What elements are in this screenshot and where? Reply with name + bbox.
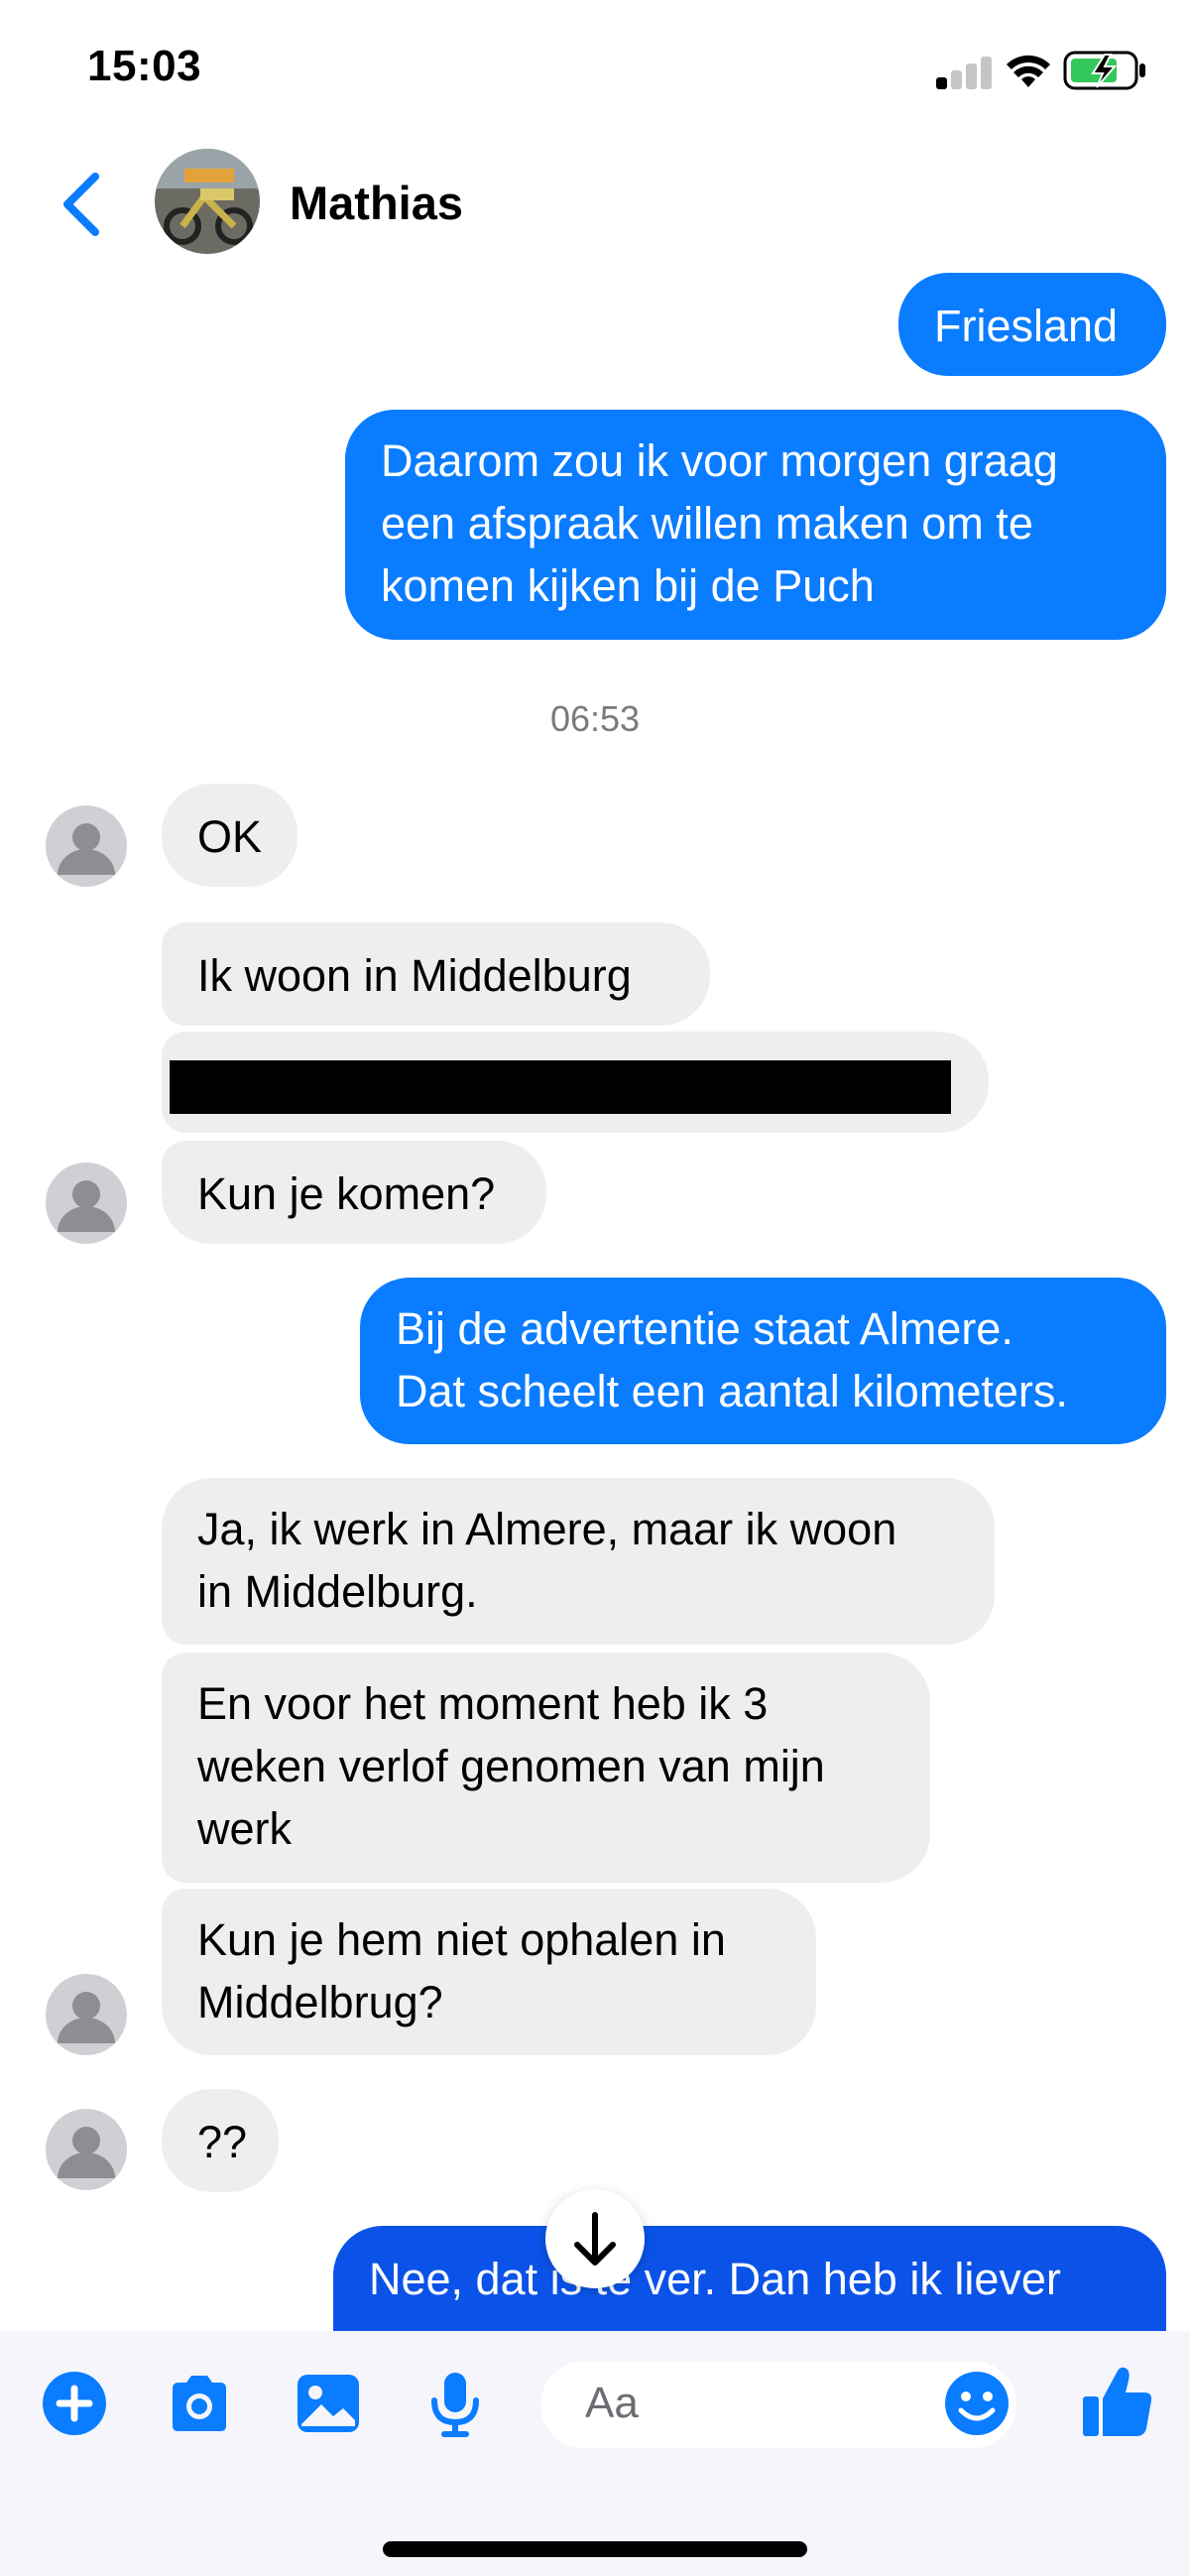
cellular-signal-icon [936,56,992,89]
redaction-bar [170,1060,951,1114]
plus-icon[interactable] [40,2369,109,2438]
sender-avatar[interactable] [46,1163,127,1244]
outgoing-message[interactable]: Friesland [898,273,1166,376]
wifi-icon [1007,55,1050,87]
thumbs-up-icon[interactable] [1081,2361,1154,2440]
incoming-message[interactable]: OK [162,784,298,887]
incoming-message-redacted[interactable] [162,1032,989,1133]
microphone-icon[interactable] [420,2369,490,2438]
outgoing-message-partial[interactable]: Nee, dat is te ver. Dan heb ik liever [333,2226,1166,2331]
incoming-message[interactable]: Ik woon in Middelburg [162,922,710,1026]
incoming-message[interactable]: Ja, ik werk in Almere, maar ik woon in M… [162,1478,995,1645]
incoming-message[interactable]: Kun je komen? [162,1141,546,1244]
sender-avatar[interactable] [46,2109,127,2190]
scroll-to-bottom-button[interactable] [545,2189,645,2288]
camera-icon[interactable] [165,2369,234,2438]
incoming-message[interactable]: ?? [162,2089,279,2192]
sender-avatar[interactable] [46,1974,127,2055]
status-time: 15:03 [87,42,202,90]
outgoing-message[interactable]: Daarom zou ik voor morgen graag een afsp… [345,410,1166,640]
message-input-placeholder: Aa [585,2379,639,2427]
incoming-message[interactable]: Kun je hem niet ophalen in Middelbrug? [162,1889,816,2055]
arrow-down-icon [574,2212,616,2266]
home-indicator [383,2541,807,2557]
smiley-icon[interactable] [942,2369,1012,2438]
contact-name[interactable]: Mathias [290,176,463,230]
outgoing-message[interactable]: Bij de advertentie staat Almere. Dat sch… [360,1278,1166,1444]
battery-charging-icon [1063,51,1145,90]
contact-avatar[interactable] [155,149,260,254]
message-timestamp: 06:53 [549,698,641,739]
sender-avatar[interactable] [46,805,127,887]
incoming-message[interactable]: En voor het moment heb ik 3 weken verlof… [162,1653,930,1883]
chevron-left-icon[interactable] [56,171,115,238]
gallery-icon[interactable] [294,2369,363,2438]
